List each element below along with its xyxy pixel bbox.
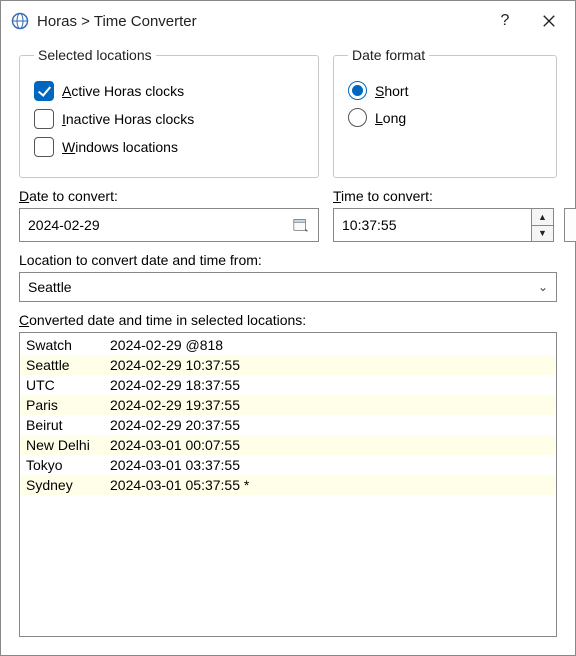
app-icon	[11, 12, 29, 30]
selected-locations-legend: Selected locations	[34, 47, 156, 63]
result-row[interactable]: Tokyo2024-03-01 03:37:55	[20, 455, 556, 475]
short-format-radio[interactable]	[348, 81, 367, 100]
result-row[interactable]: UTC2024-02-29 18:37:55	[20, 375, 556, 395]
time-spinner: ▲ ▼	[531, 209, 553, 241]
date-field: Date to convert:	[19, 188, 319, 242]
windows-locations-label: Windows locations	[62, 139, 178, 155]
time-spin-up[interactable]: ▲	[532, 209, 553, 225]
date-input-wrap	[19, 208, 319, 242]
result-datetime: 2024-02-29 19:37:55	[110, 395, 550, 415]
result-row[interactable]: Beirut2024-02-29 20:37:55	[20, 415, 556, 435]
date-picker-button[interactable]	[284, 209, 318, 241]
result-row[interactable]: Swatch2024-02-29 @818	[20, 335, 556, 355]
result-datetime: 2024-02-29 @818	[110, 335, 550, 355]
time-input[interactable]	[334, 209, 531, 241]
inactive-clocks-checkbox[interactable]	[34, 109, 54, 129]
active-clocks-label: Active Horas clocks	[62, 83, 184, 99]
date-format-group: Date format Short Long	[333, 47, 557, 178]
results-list: Swatch2024-02-29 @818Seattle2024-02-29 1…	[19, 332, 557, 637]
dialog-window: Horas > Time Converter ? Selected locati…	[0, 0, 576, 656]
result-location: Beirut	[26, 415, 110, 435]
location-from-select[interactable]: Seattle ⌄	[19, 272, 557, 302]
reset-button[interactable]: Reset	[564, 208, 576, 242]
result-location: Tokyo	[26, 455, 110, 475]
result-row[interactable]: New Delhi2024-03-01 00:07:55	[20, 435, 556, 455]
result-row[interactable]: Seattle2024-02-29 10:37:55	[20, 355, 556, 375]
date-input[interactable]	[20, 209, 284, 241]
location-from-field: Location to convert date and time from: …	[19, 252, 557, 302]
result-datetime: 2024-02-29 20:37:55	[110, 415, 550, 435]
result-datetime: 2024-02-29 10:37:55	[110, 355, 550, 375]
date-label: Date to convert:	[19, 188, 319, 204]
location-from-value: Seattle	[28, 279, 72, 295]
long-format-label: Long	[375, 110, 406, 126]
location-from-label: Location to convert date and time from:	[19, 252, 557, 268]
windows-locations-checkbox[interactable]	[34, 137, 54, 157]
window-title: Horas > Time Converter	[37, 13, 483, 30]
date-format-legend: Date format	[348, 47, 429, 63]
time-field: Time to convert: ▲ ▼ Reset	[333, 188, 576, 242]
titlebar: Horas > Time Converter ?	[1, 1, 575, 41]
active-clocks-option[interactable]: Active Horas clocks	[34, 81, 304, 101]
inactive-clocks-label: Inactive Horas clocks	[62, 111, 194, 127]
time-input-wrap: ▲ ▼	[333, 208, 554, 242]
result-location: Paris	[26, 395, 110, 415]
result-location: UTC	[26, 375, 110, 395]
active-clocks-checkbox[interactable]	[34, 81, 54, 101]
inactive-clocks-option[interactable]: Inactive Horas clocks	[34, 109, 304, 129]
windows-locations-option[interactable]: Windows locations	[34, 137, 304, 157]
long-format-option[interactable]: Long	[348, 108, 542, 127]
close-button[interactable]	[527, 5, 571, 37]
result-datetime: 2024-02-29 18:37:55	[110, 375, 550, 395]
result-location: Sydney	[26, 475, 110, 495]
result-location: New Delhi	[26, 435, 110, 455]
result-location: Seattle	[26, 355, 110, 375]
time-label: Time to convert:	[333, 188, 576, 204]
result-datetime: 2024-03-01 05:37:55 *	[110, 475, 550, 495]
selected-locations-group: Selected locations Active Horas clocks I…	[19, 47, 319, 178]
result-datetime: 2024-03-01 00:07:55	[110, 435, 550, 455]
time-spin-down[interactable]: ▼	[532, 225, 553, 242]
chevron-down-icon: ⌄	[538, 280, 548, 294]
result-datetime: 2024-03-01 03:37:55	[110, 455, 550, 475]
results-label: Converted date and time in selected loca…	[19, 312, 557, 328]
result-row[interactable]: Paris2024-02-29 19:37:55	[20, 395, 556, 415]
short-format-label: Short	[375, 83, 408, 99]
long-format-radio[interactable]	[348, 108, 367, 127]
short-format-option[interactable]: Short	[348, 81, 542, 100]
content: Selected locations Active Horas clocks I…	[1, 41, 575, 655]
result-row[interactable]: Sydney2024-03-01 05:37:55 *	[20, 475, 556, 495]
result-location: Swatch	[26, 335, 110, 355]
help-button[interactable]: ?	[483, 5, 527, 37]
